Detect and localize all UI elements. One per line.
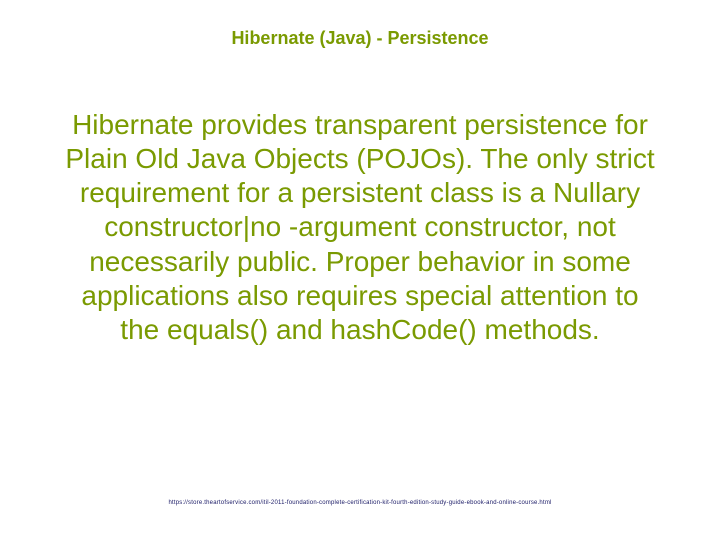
slide-body: Hibernate provides transparent persisten…	[60, 108, 660, 347]
slide: Hibernate (Java) - Persistence Hibernate…	[0, 0, 720, 540]
slide-title: Hibernate (Java) - Persistence	[0, 28, 720, 49]
slide-footer-link: https://store.theartofservice.com/itil-2…	[0, 500, 720, 506]
